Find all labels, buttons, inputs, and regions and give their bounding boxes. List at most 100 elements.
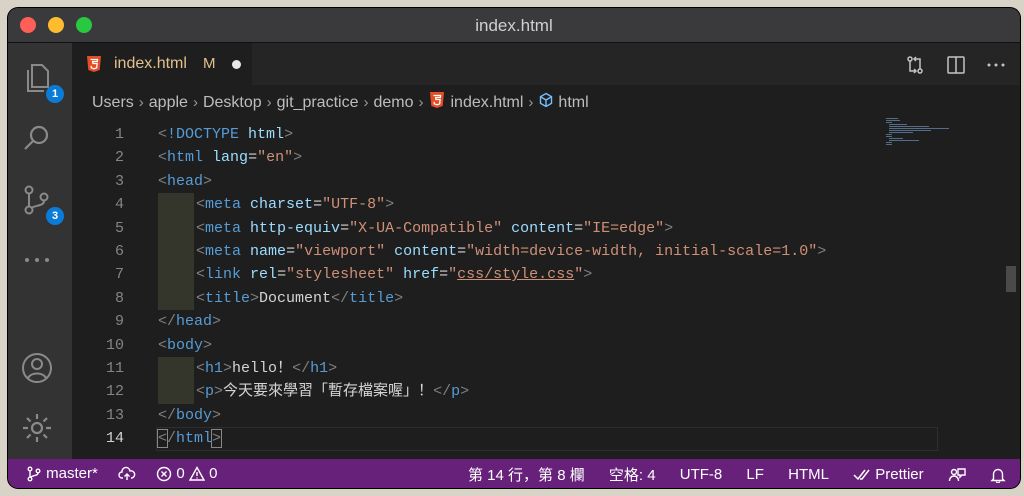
cursor-position[interactable]: 第 14 行，第 8 欄 bbox=[468, 464, 585, 485]
tab-index-html[interactable]: index.html M bbox=[72, 43, 252, 85]
code-token: body bbox=[176, 406, 213, 424]
code-token: css/style.css bbox=[457, 266, 575, 284]
encoding[interactable]: UTF-8 bbox=[680, 466, 723, 483]
code-token: </ bbox=[433, 383, 452, 401]
code-token: < bbox=[158, 149, 168, 167]
breadcrumb-item[interactable]: demo bbox=[373, 94, 413, 112]
window-title: index.html bbox=[475, 16, 553, 35]
breadcrumb-item[interactable]: Desktop bbox=[203, 94, 262, 112]
code-token: > bbox=[394, 289, 404, 307]
code-line[interactable]: 8 <title>Document</title> bbox=[72, 286, 932, 311]
code-line[interactable]: 4 <meta charset="UTF-8"> bbox=[72, 193, 932, 217]
breadcrumb-item[interactable]: Users bbox=[92, 94, 134, 112]
html5-icon bbox=[429, 91, 445, 114]
manage-button[interactable] bbox=[20, 411, 60, 451]
code-token: Document bbox=[259, 289, 332, 307]
code-token: > bbox=[385, 196, 395, 214]
breadcrumb-item[interactable]: index.html bbox=[451, 94, 524, 112]
code-text: <head> bbox=[158, 170, 212, 193]
code-line[interactable]: 14 </html> bbox=[72, 427, 938, 452]
code-token: > bbox=[817, 243, 827, 260]
language-mode[interactable]: HTML bbox=[788, 466, 829, 483]
chevron-right-icon: › bbox=[528, 94, 534, 111]
sync-button[interactable] bbox=[118, 465, 136, 482]
branch-name: master* bbox=[46, 464, 98, 482]
code-token: head bbox=[176, 313, 213, 331]
bell-icon bbox=[990, 468, 1006, 484]
explorer-button[interactable]: 1 bbox=[20, 61, 64, 103]
code-token: > bbox=[211, 429, 223, 449]
code-line[interactable]: 7 <link rel="stylesheet" href="css/style.… bbox=[72, 263, 932, 287]
code-token: / bbox=[167, 430, 177, 448]
code-token: < bbox=[158, 126, 168, 143]
code-line[interactable]: 6 <meta name="viewport" content="width=de… bbox=[72, 240, 932, 264]
code-line[interactable]: 12 <p>今天要來學習「暫存檔案喔」！</p> bbox=[72, 380, 932, 404]
feedback-button[interactable] bbox=[948, 466, 966, 483]
minimap[interactable] bbox=[886, 118, 950, 148]
double-check-icon bbox=[853, 469, 870, 481]
indentation[interactable]: 空格: 4 bbox=[609, 464, 656, 485]
breadcrumb-item[interactable]: html bbox=[558, 94, 588, 112]
branch-indicator[interactable]: master* bbox=[26, 465, 98, 482]
unsaved-dot-icon[interactable] bbox=[232, 60, 241, 69]
code-token: "en" bbox=[257, 149, 294, 167]
git-branch-icon bbox=[27, 466, 41, 482]
warning-count: 0 bbox=[209, 464, 218, 482]
end-of-line[interactable]: LF bbox=[746, 466, 764, 483]
formatter-indicator[interactable]: Prettier bbox=[853, 466, 924, 483]
code-token: > bbox=[664, 219, 674, 237]
vscode-window: index.html 1 3 index.html M Users › appl… bbox=[8, 8, 1020, 488]
code-token: </ bbox=[158, 313, 177, 331]
line-number: 3 bbox=[114, 172, 124, 190]
status-bar: master* 0 0 第 14 行，第 8 欄 空格: 4 UTF-8 LF … bbox=[8, 459, 1020, 488]
more-views-button[interactable] bbox=[20, 243, 60, 283]
indent-guide bbox=[158, 263, 194, 287]
code-text: <!DOCTYPE html> bbox=[158, 123, 293, 146]
code-line[interactable]: 11 <h1>hello！</h1> bbox=[72, 357, 932, 381]
code-line[interactable]: 3 <head> bbox=[72, 170, 932, 193]
code-token: title bbox=[205, 289, 251, 307]
code-token: rel bbox=[250, 266, 278, 284]
indent-guide bbox=[158, 380, 194, 404]
code-line[interactable]: 1 <!DOCTYPE html> bbox=[72, 123, 932, 146]
line-number: 12 bbox=[105, 383, 124, 401]
line-number: 1 bbox=[114, 126, 124, 143]
code-line[interactable]: 10 <body> bbox=[72, 334, 932, 357]
accounts-button[interactable] bbox=[20, 351, 60, 391]
code-line[interactable]: 2 <html lang="en"> bbox=[72, 146, 932, 169]
code-line[interactable]: 13 </body> bbox=[72, 404, 932, 427]
scrollbar-thumb[interactable] bbox=[1006, 266, 1016, 292]
breadcrumb-item[interactable]: git_practice bbox=[277, 94, 359, 112]
code-text: </body> bbox=[158, 404, 221, 427]
code-line[interactable]: 9 </head> bbox=[72, 310, 932, 333]
code-token: > bbox=[203, 336, 213, 354]
code-text: <meta charset="UTF-8"> bbox=[196, 193, 394, 216]
split-editor-button[interactable] bbox=[946, 55, 966, 80]
code-token: = bbox=[277, 266, 287, 284]
code-token: meta bbox=[205, 196, 242, 214]
breadcrumb-item[interactable]: apple bbox=[149, 94, 188, 112]
code-editor[interactable]: 1 <!DOCTYPE html> 2 <html lang="en"> 3 <head>… bbox=[72, 116, 1020, 459]
breadcrumb: Users › apple › Desktop › git_practice › demo › i… bbox=[92, 91, 589, 113]
code-line[interactable]: 5 <meta http-equiv="X-UA-Compatible" cont… bbox=[72, 216, 932, 240]
notifications-button[interactable] bbox=[990, 466, 1006, 484]
problems-indicator[interactable]: 0 0 bbox=[156, 465, 217, 482]
code-token: > bbox=[250, 289, 260, 307]
search-icon bbox=[24, 125, 49, 150]
search-button[interactable] bbox=[20, 121, 60, 161]
compare-changes-icon bbox=[907, 56, 923, 74]
tab-modified-indicator: M bbox=[203, 55, 216, 72]
tab-label: index.html bbox=[114, 55, 187, 72]
code-text: <html lang="en"> bbox=[158, 146, 302, 169]
code-token: hello！ bbox=[232, 360, 293, 377]
open-changes-button[interactable] bbox=[905, 55, 925, 80]
code-token: head bbox=[167, 172, 204, 190]
source-control-button[interactable]: 3 bbox=[20, 183, 64, 225]
chevron-right-icon: › bbox=[138, 94, 144, 111]
more-actions-button[interactable] bbox=[986, 55, 1006, 80]
